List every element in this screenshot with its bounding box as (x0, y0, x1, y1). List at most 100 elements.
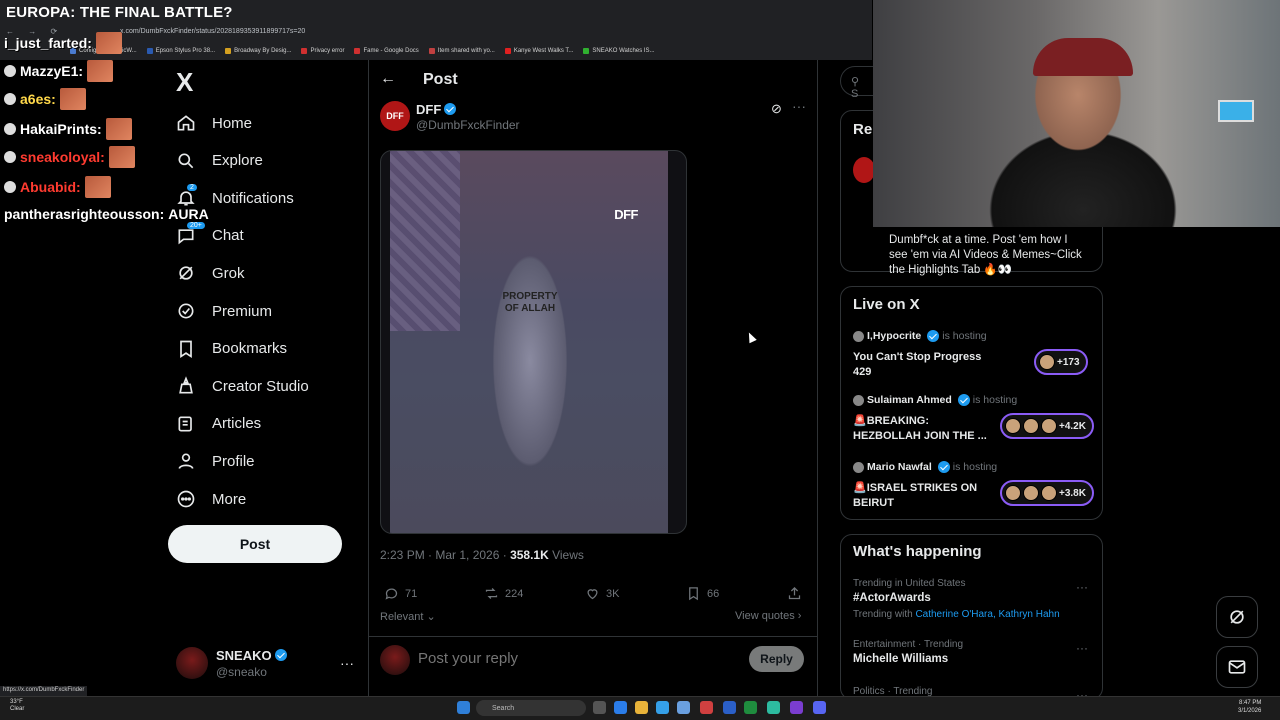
sidebar-item-articles[interactable]: Articles (176, 406, 261, 442)
author-handle[interactable]: @DumbFxckFinder (416, 118, 520, 132)
chat-message: i_just_farted: (4, 32, 122, 54)
search-icon (176, 151, 196, 171)
live-topic[interactable]: 🚨BREAKING: HEZBOLLAH JOIN THE ... (853, 414, 993, 444)
trend-with-label: Trending with (853, 609, 916, 620)
live-host[interactable]: Sulaiman Ahmed is hosting (853, 394, 1017, 406)
taskbar-search[interactable]: Search (476, 700, 586, 716)
post-media[interactable]: PROPERTY OF ALLAH DFF (380, 150, 687, 534)
bookmark-item[interactable]: Item shared with yo... (428, 45, 495, 57)
address-bar[interactable]: x.com/DumbFxckFinder/status/202818935391… (120, 28, 305, 35)
grok-icon (1230, 610, 1244, 624)
sidebar-item-chat[interactable]: 20+ Chat (176, 218, 244, 254)
bookmark-favicon-icon (504, 48, 511, 54)
post-timestamp[interactable]: 2:23 PM · Mar 1, 2026 · (380, 548, 510, 562)
chrome-icon[interactable] (700, 701, 713, 714)
live-topic[interactable]: You Can't Stop Progress 429 (853, 350, 993, 380)
chat-message: HakaiPrints: (4, 118, 132, 140)
bookmark-item[interactable]: Fame - Google Docs (354, 45, 419, 57)
trend-more-icon[interactable]: ··· (1076, 641, 1088, 655)
back-arrow-icon[interactable]: ← (380, 70, 396, 88)
bookmark-item[interactable]: Epson Stylus Pro 38... (146, 45, 216, 57)
listener-avatar (1023, 418, 1039, 434)
reply-sort-dropdown[interactable]: Relevant ⌄ (380, 610, 436, 623)
trend-more-icon[interactable]: ··· (1076, 580, 1088, 594)
bookmark-label: Epson Stylus Pro 38... (155, 48, 216, 54)
trend-category: Trending in United States (853, 578, 966, 589)
sidebar-item-explore[interactable]: Explore (176, 143, 263, 179)
live-host[interactable]: I,Hypocrite is hosting (853, 330, 987, 342)
repost-action[interactable]: 224 (484, 586, 523, 601)
live-listeners-pill[interactable]: +3.8K (1000, 480, 1094, 506)
trend-name[interactable]: #ActorAwards (853, 592, 931, 604)
mail-app-icon[interactable] (677, 701, 690, 714)
chat-emote-icon (87, 60, 114, 82)
edge-icon[interactable] (614, 701, 627, 714)
sidebar-item-label: Home (212, 114, 253, 132)
reply-icon (385, 588, 398, 600)
bookmark-action[interactable]: 66 (686, 586, 719, 601)
trend-name[interactable]: Michelle Williams (853, 653, 948, 665)
sidebar-item-bookmarks[interactable]: Bookmarks (176, 331, 287, 367)
reply-input[interactable] (418, 650, 718, 667)
app-icon[interactable] (767, 701, 780, 714)
messages-button[interactable] (1216, 646, 1258, 688)
bookmarks-bar: Configuring SonicW... Epson Stylus Pro 38… (70, 45, 655, 57)
verified-icon (927, 330, 940, 342)
reply-button[interactable]: Reply (749, 646, 804, 672)
system-clock[interactable]: 8:47 PM 3/1/2026 (1238, 699, 1261, 715)
bookmark-item[interactable]: SNEAKO Watches IS... (583, 45, 655, 57)
sidebar-item-home[interactable]: Home (176, 105, 252, 141)
live-host[interactable]: Mario Nawfal is hosting (853, 461, 997, 473)
sidebar-item-creator-studio[interactable]: Creator Studio (176, 368, 309, 404)
app-icon[interactable] (723, 701, 736, 714)
x-logo[interactable]: X (176, 69, 200, 95)
sidebar-item-premium[interactable]: Premium (176, 293, 272, 329)
sidebar-item-profile[interactable]: Profile (176, 443, 255, 479)
bookmark-item[interactable]: Privacy error (301, 45, 344, 57)
live-listeners-pill[interactable]: +173 (1034, 349, 1088, 375)
grok-explain-icon[interactable]: ⊘ (771, 101, 782, 117)
sidebar-item-label: Premium (212, 302, 273, 320)
account-switcher[interactable]: SNEAKO @sneako (176, 645, 356, 681)
verified-icon (937, 461, 950, 473)
bookmark-item[interactable]: Broadway By Desig... (225, 45, 291, 57)
chat-badge-icon (4, 151, 16, 163)
post-meta: 2:23 PM · Mar 1, 2026 · 358.1K Views (380, 548, 584, 562)
listener-count: +173 (1057, 356, 1080, 368)
live-topic[interactable]: 🚨ISRAEL STRIKES ON BEIRUT (853, 481, 993, 511)
account-more-icon[interactable]: ··· (340, 655, 354, 671)
bookmark-favicon-icon (301, 48, 308, 54)
stream-title: EUROPA: THE FINAL BATTLE? (6, 4, 233, 21)
chat-emote-icon (84, 176, 111, 198)
excel-icon[interactable] (744, 701, 757, 714)
verified-icon (274, 649, 287, 661)
bookmark-item[interactable]: Kanye West Walks T... (504, 45, 573, 57)
sidebar-item-grok[interactable]: Grok (176, 255, 245, 291)
app-icon[interactable] (790, 701, 803, 714)
bookmark-icon (176, 339, 196, 359)
bookmark-label: Fame - Google Docs (363, 48, 419, 54)
file-explorer-icon[interactable] (635, 701, 648, 714)
post-button[interactable]: Post (168, 525, 342, 563)
author-avatar[interactable]: DFF (380, 101, 410, 131)
trend-related-links[interactable]: Catherine O'Hara, Kathryn Hahn (915, 609, 1059, 620)
grok-icon (176, 263, 196, 283)
relevant-avatar[interactable] (853, 157, 875, 183)
like-action[interactable]: 3K (585, 586, 619, 601)
author-name[interactable]: DFF (416, 102, 457, 117)
grok-button[interactable] (1216, 596, 1258, 638)
more-options-icon[interactable]: ··· (792, 98, 806, 114)
task-view-icon[interactable] (593, 701, 606, 714)
weather-widget[interactable]: 33°F Clear (10, 699, 24, 713)
view-quotes-link[interactable]: View quotes › (735, 610, 801, 622)
search-icon: ⚲ (851, 76, 860, 88)
reply-action[interactable]: 71 (384, 586, 417, 601)
sidebar-item-notifications[interactable]: 2 Notifications (176, 180, 294, 216)
discord-icon[interactable] (813, 701, 826, 714)
live-listeners-pill[interactable]: +4.2K (1000, 413, 1094, 439)
windows-start-icon[interactable] (457, 701, 470, 714)
store-icon[interactable] (656, 701, 669, 714)
sidebar-item-more[interactable]: More (176, 481, 246, 517)
trend-related: Trending with Catherine O'Hara, Kathryn … (853, 609, 1060, 620)
share-action[interactable] (787, 586, 802, 601)
